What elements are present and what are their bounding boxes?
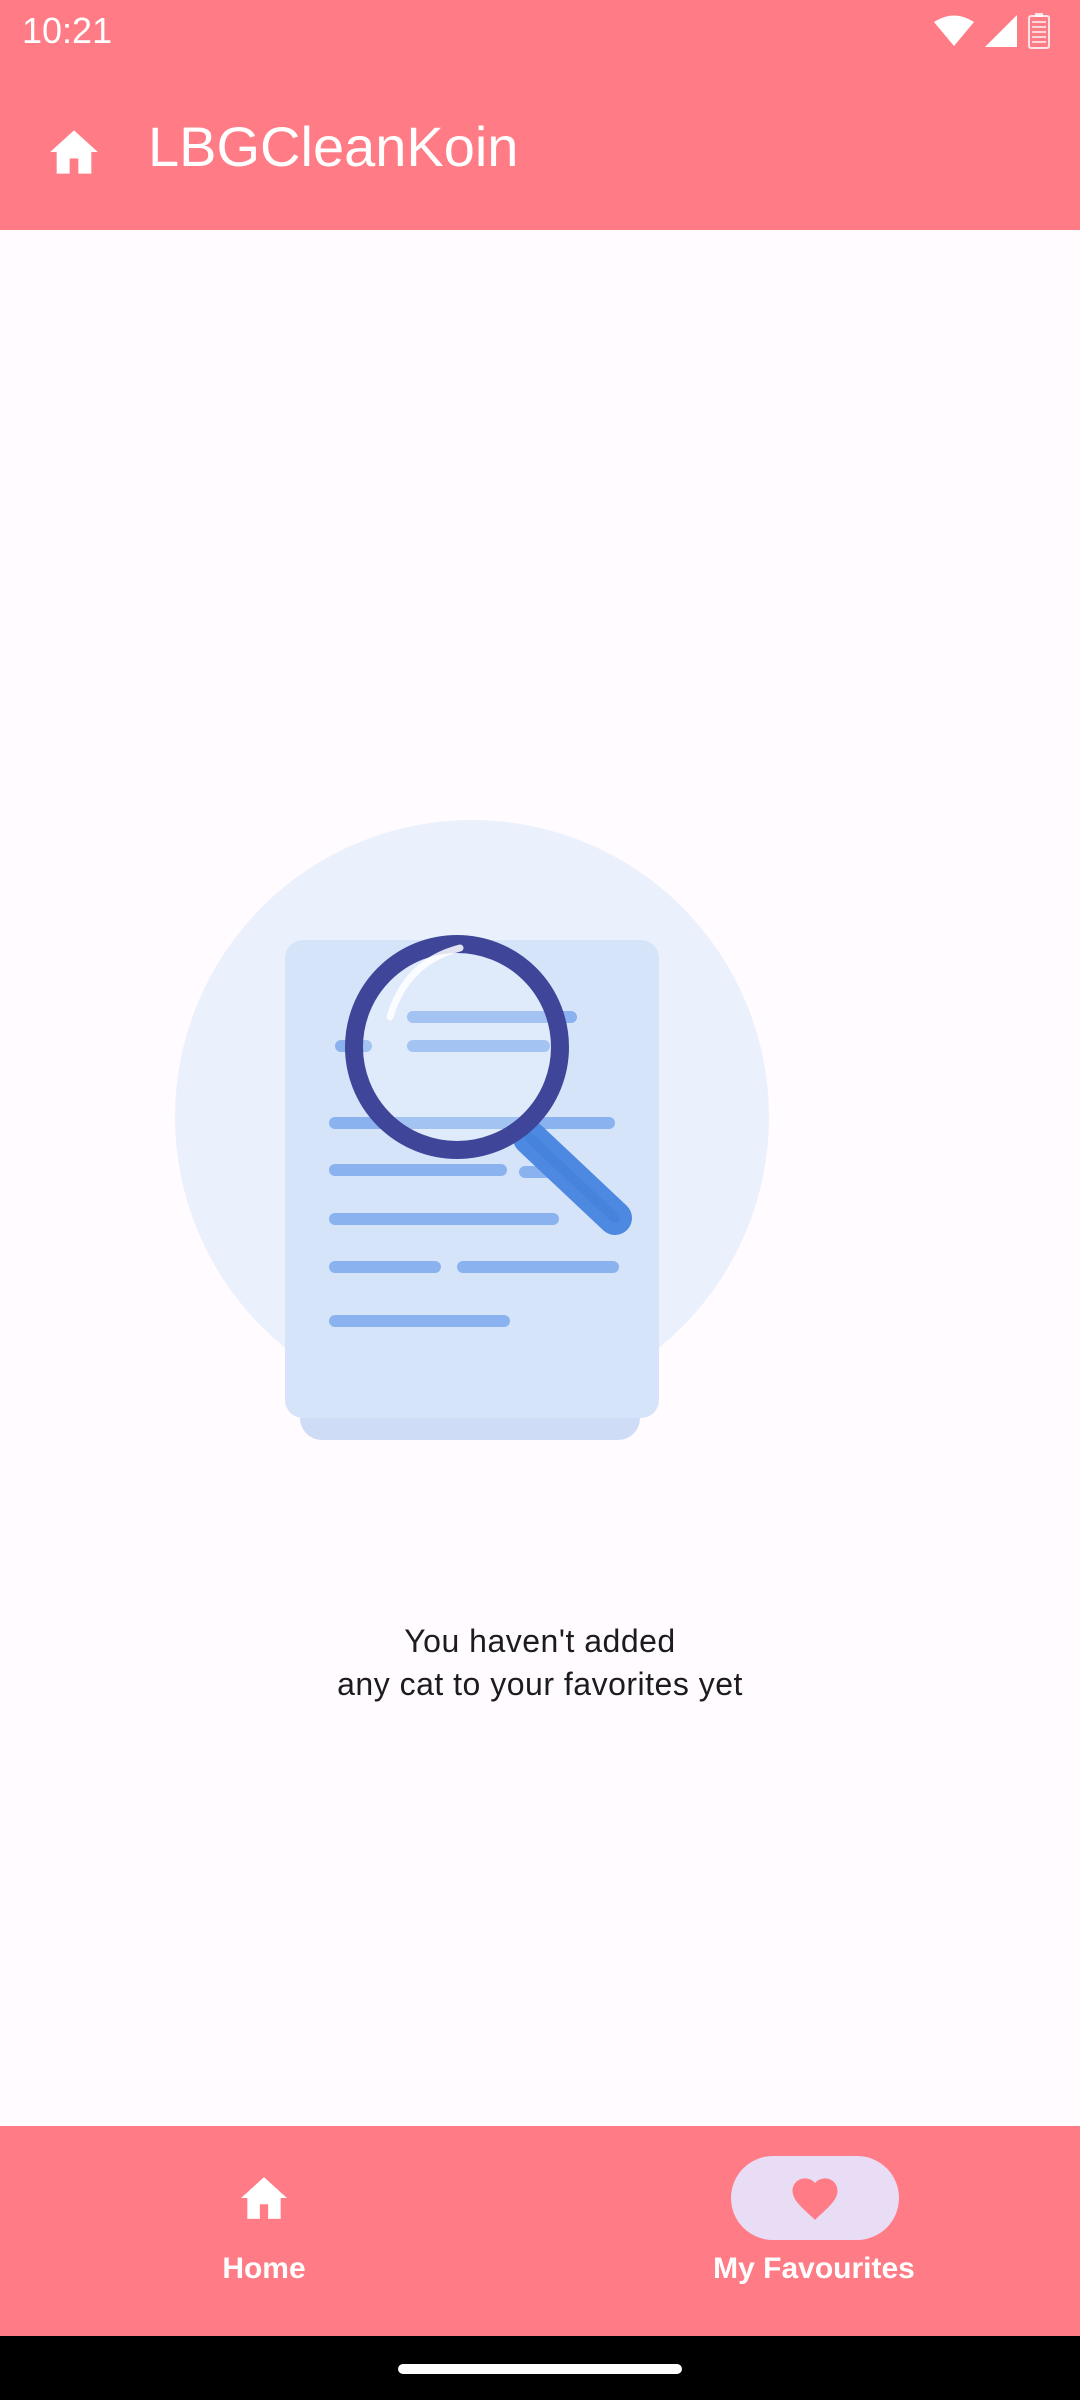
wifi-icon — [934, 15, 974, 46]
gesture-handle[interactable] — [398, 2364, 682, 2374]
favourites-content: You haven't added any cat to your favori… — [0, 230, 1080, 2126]
nav-indicator-home — [180, 2156, 348, 2240]
app-title: LBGCleanKoin — [148, 115, 519, 178]
nav-indicator-my-favourites — [731, 2156, 899, 2240]
nav-item-my-favourites[interactable]: My Favourites — [540, 2126, 1080, 2336]
nav-item-home[interactable]: Home — [0, 2126, 540, 2336]
top-app-bar: LBGCleanKoin — [0, 62, 1080, 230]
bottom-navigation-bar: Home My Favourites — [0, 2126, 1080, 2336]
status-icons — [934, 12, 1050, 50]
cellular-signal-icon — [985, 15, 1017, 47]
home-icon — [241, 2177, 287, 2219]
battery-icon — [1028, 13, 1050, 49]
system-navigation-bar — [0, 2336, 1080, 2400]
empty-favourites-message: You haven't added any cat to your favori… — [337, 1623, 743, 1702]
favourites-screen: 10:21 LBGCleanKoin You haven't added any… — [0, 0, 1080, 2400]
nav-label-my-favourites: My Favourites — [713, 2252, 915, 2285]
nav-label-home: Home — [222, 2252, 306, 2285]
home-navigation-button[interactable] — [34, 112, 114, 192]
home-icon — [50, 130, 98, 174]
document-magnifier-illustration — [175, 820, 769, 1440]
heart-icon — [792, 2178, 838, 2220]
status-time: 10:21 — [22, 10, 113, 51]
status-bar: 10:21 — [0, 0, 1080, 62]
